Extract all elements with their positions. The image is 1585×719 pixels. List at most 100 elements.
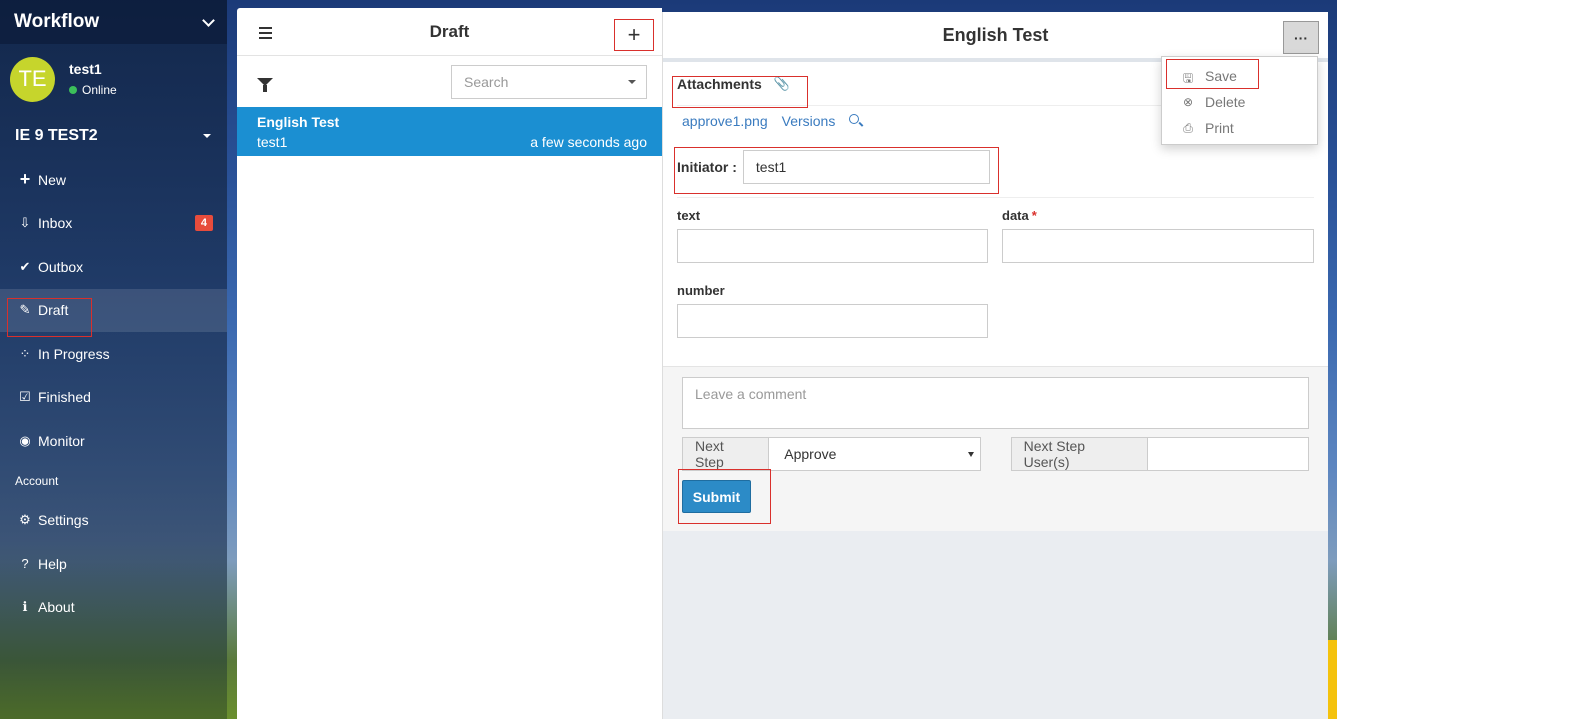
sidebar-brand[interactable]: Workflow [0, 0, 227, 44]
sidebar-item-inbox[interactable]: ⇩ Inbox 4 [0, 202, 227, 246]
comment-input[interactable]: Leave a comment [682, 377, 1309, 429]
add-item-button[interactable]: + [614, 19, 654, 51]
next-step-label: Next Step [683, 438, 770, 470]
next-step-users-input[interactable] [1147, 438, 1308, 470]
list-item[interactable]: English Test test1 a few seconds ago [237, 107, 662, 156]
info-icon: ℹ [22, 599, 28, 615]
sidebar-item-help[interactable]: ? Help [0, 542, 227, 586]
eye-icon: ◉ [19, 432, 31, 448]
spinner-icon: ⁘ [19, 345, 31, 361]
sidebar-item-label: Monitor [38, 432, 85, 449]
double-check-icon: ✔ [19, 258, 31, 274]
filter-icon[interactable] [257, 77, 273, 92]
initiator-highlight-box [674, 147, 999, 194]
brand-title: Workflow [14, 11, 100, 32]
hamburger-menu-icon[interactable] [259, 27, 272, 42]
search-input[interactable]: Search [451, 64, 647, 99]
delete-icon: ⊗ [1182, 95, 1194, 109]
sidebar-item-about[interactable]: ℹ About [0, 586, 227, 630]
draft-highlight-box [7, 298, 92, 337]
initiator-row: Initiator : test1 [674, 136, 1314, 198]
field-data: data * [1002, 208, 1314, 263]
gear-icon: ⚙ [19, 512, 31, 528]
background-right [1337, 0, 1585, 719]
list-toolbar: Search [237, 56, 662, 107]
sidebar-item-settings[interactable]: ⚙ Settings [0, 499, 227, 543]
inbox-count-badge: 4 [194, 215, 213, 232]
field-label: text [677, 208, 701, 223]
sidebar: Workflow TE test1 Online IE 9 TEST2 + Ne… [0, 0, 227, 719]
section-account-heading: Account [15, 473, 59, 488]
sidebar-item-label: New [38, 171, 67, 188]
versions-link[interactable]: Versions [782, 113, 836, 129]
fields-grid: text data * number [677, 198, 1314, 358]
search-icon[interactable] [849, 114, 860, 124]
user-info: test1 Online [69, 61, 117, 97]
comment-area: Leave a comment Next Step Approve Next S… [663, 366, 1328, 531]
next-step-row: Next Step Approve Next Step User(s) [682, 437, 1309, 471]
sidebar-item-label: In Progress [38, 345, 110, 362]
field-number: number [677, 283, 1002, 338]
online-dot-icon [69, 86, 77, 94]
sidebar-item-finished[interactable]: ☑ Finished [0, 376, 227, 420]
chevron-down-icon[interactable] [202, 13, 215, 27]
list-item-time: a few seconds ago [530, 134, 647, 150]
text-input[interactable] [677, 229, 988, 263]
user-name: test1 [69, 61, 102, 77]
file-link[interactable]: approve1.png [682, 113, 768, 129]
sidebar-item-monitor[interactable]: ◉ Monitor [0, 419, 227, 463]
inbox-icon: ⇩ [19, 215, 31, 231]
list-item-user: test1 [257, 134, 288, 150]
org-selector[interactable]: IE 9 TEST2 [0, 114, 227, 158]
menu-item-print[interactable]: ⎙ Print [1162, 115, 1317, 141]
sidebar-item-in-progress[interactable]: ⁘ In Progress [0, 332, 227, 376]
user-status: Online [69, 83, 117, 97]
number-input[interactable] [677, 304, 988, 338]
caret-down-icon[interactable] [628, 79, 636, 84]
plus-icon: + [19, 169, 31, 190]
menu-item-label: Delete [1205, 94, 1246, 110]
user-panel: TE test1 Online [0, 44, 227, 114]
caret-down-icon [203, 134, 211, 138]
sidebar-item-label: About [38, 599, 75, 616]
sidebar-item-label: Finished [38, 389, 91, 406]
save-highlight-box [1166, 59, 1259, 89]
search-placeholder: Search [464, 73, 509, 90]
required-asterisk: * [1031, 208, 1037, 223]
sidebar-item-outbox[interactable]: ✔ Outbox [0, 245, 227, 289]
more-options-button[interactable]: ··· [1283, 21, 1319, 54]
avatar[interactable]: TE [10, 56, 55, 102]
sidebar-item-label: Settings [38, 512, 89, 529]
caret-down-icon [967, 451, 974, 457]
list-item-meta: test1 a few seconds ago [257, 134, 647, 150]
next-step-group: Next Step Approve [682, 437, 981, 471]
sidebar-item-label: Inbox [38, 215, 73, 232]
list-header: Draft + [237, 8, 662, 56]
list-item-title: English Test [257, 114, 340, 130]
list-panel: Draft + Search English Test test1 a few … [237, 8, 662, 719]
help-icon: ? [21, 556, 29, 572]
attachments-highlight-box [672, 76, 808, 108]
field-label: number [677, 283, 725, 298]
submit-button[interactable]: Submit [682, 480, 751, 513]
sidebar-item-label: Outbox [38, 258, 84, 275]
menu-item-delete[interactable]: ⊗ Delete [1162, 89, 1317, 115]
detail-header: English Test ··· [663, 12, 1328, 62]
detail-title: English Test [942, 24, 1049, 45]
checkbox-icon: ☑ [19, 389, 31, 405]
data-input[interactable] [1002, 229, 1314, 263]
field-label: data * [1002, 208, 1037, 223]
list-title: Draft [429, 21, 470, 41]
background-yellow-strip [1328, 640, 1337, 719]
sidebar-item-new[interactable]: + New [0, 158, 227, 202]
org-name: IE 9 TEST2 [15, 127, 98, 144]
next-step-value: Approve [784, 446, 837, 462]
print-icon: ⎙ [1183, 121, 1193, 135]
next-step-select[interactable]: Approve [769, 438, 980, 470]
menu-item-label: Print [1205, 120, 1234, 136]
next-step-users-label: Next Step User(s) [1011, 438, 1148, 470]
sidebar-item-label: Help [38, 555, 67, 572]
field-text: text [677, 208, 1002, 263]
user-status-label: Online [82, 83, 117, 97]
next-step-users-group: Next Step User(s) [1010, 437, 1309, 471]
